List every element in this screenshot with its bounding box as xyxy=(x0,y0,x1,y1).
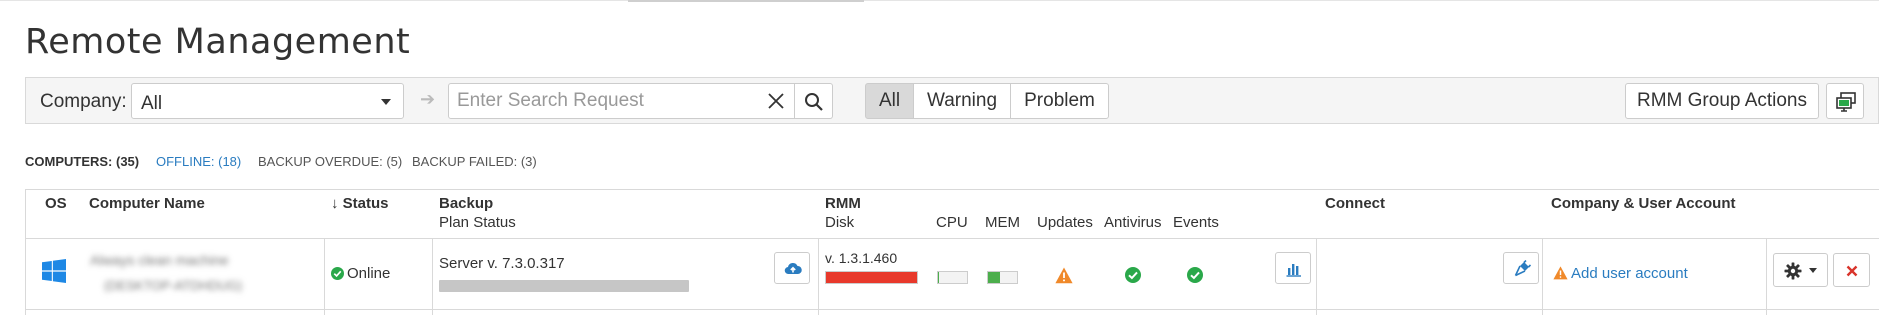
company-select[interactable]: All xyxy=(131,83,404,119)
search-button[interactable] xyxy=(795,83,833,119)
rmm-group-actions-button[interactable]: RMM Group Actions xyxy=(1625,83,1819,119)
add-user-account-link[interactable]: Add user account xyxy=(1553,265,1688,282)
plan-status-bar[interactable] xyxy=(439,280,689,292)
cpu-usage-bar xyxy=(937,271,968,284)
column-divider xyxy=(818,238,819,315)
header-status[interactable]: ↓ Status xyxy=(331,195,389,212)
warning-icon[interactable] xyxy=(1055,267,1073,284)
computer-hostname: (DESKTOP-ATDHDUG) xyxy=(104,278,243,293)
filter-backup-overdue-link[interactable]: BACKUP OVERDUE: (5) xyxy=(258,154,402,169)
company-label: Company: xyxy=(40,91,127,112)
disk-usage-bar xyxy=(825,271,918,284)
settings-dropdown-button[interactable] xyxy=(1773,253,1828,287)
header-events: Events xyxy=(1173,214,1219,231)
header-plan-status: Plan Status xyxy=(439,214,516,231)
check-circle-icon xyxy=(331,267,344,280)
filter-backup-failed-link[interactable]: BACKUP FAILED: (3) xyxy=(412,154,537,169)
page-title: Remote Management xyxy=(25,22,411,62)
close-icon[interactable] xyxy=(767,92,785,110)
bar-chart-icon xyxy=(1286,264,1301,277)
header-mem: MEM xyxy=(985,214,1020,231)
check-circle-icon[interactable] xyxy=(1125,267,1141,283)
top-border xyxy=(0,0,1879,1)
row-divider xyxy=(26,309,1879,310)
computer-name[interactable]: Always clean machine xyxy=(90,252,229,268)
search-input[interactable] xyxy=(457,89,757,113)
chevron-down-icon xyxy=(1809,268,1817,273)
delete-button[interactable] xyxy=(1833,253,1870,287)
warning-icon xyxy=(1553,266,1568,280)
header-os[interactable]: OS xyxy=(45,195,67,212)
chevron-down-icon xyxy=(381,99,391,105)
filter-problem-button[interactable]: Problem xyxy=(1010,83,1109,119)
header-cpu: CPU xyxy=(936,214,968,231)
top-tab-indicator xyxy=(628,0,864,2)
column-divider xyxy=(1316,238,1317,315)
rmm-version: v. 1.3.1.460 xyxy=(825,250,898,266)
backup-version: Server v. 7.3.0.317 xyxy=(439,255,565,272)
backup-upload-button[interactable] xyxy=(774,252,810,284)
company-select-value: All xyxy=(141,93,163,114)
search-icon xyxy=(805,93,823,111)
gear-icon xyxy=(1784,262,1802,280)
header-backup[interactable]: Backup xyxy=(439,195,493,212)
connect-button[interactable] xyxy=(1503,252,1539,284)
filter-toolbar: Company: All ➔ All Warning Problem RMM G… xyxy=(25,77,1879,124)
status-label: Online xyxy=(347,265,391,282)
header-computer-name[interactable]: Computer Name xyxy=(89,195,205,212)
add-user-account-label: Add user account xyxy=(1571,265,1688,282)
filter-warning-button[interactable]: Warning xyxy=(913,83,1011,119)
header-company-user-account: Company & User Account xyxy=(1551,195,1736,212)
status-cell: Online xyxy=(331,265,390,282)
header-updates: Updates xyxy=(1037,214,1093,231)
search-box xyxy=(448,83,795,119)
header-disk: Disk xyxy=(825,214,855,231)
filter-all-button[interactable]: All xyxy=(865,83,914,119)
computers-table: OS Computer Name ↓ Status Backup Plan St… xyxy=(25,189,1879,315)
windows-icon xyxy=(42,259,66,283)
header-rmm[interactable]: RMM xyxy=(825,195,861,212)
close-icon xyxy=(1846,265,1858,277)
header-status-label: Status xyxy=(342,195,389,212)
column-divider xyxy=(432,238,433,315)
column-divider xyxy=(1542,238,1543,315)
monitors-icon xyxy=(1836,92,1856,112)
sort-down-icon: ↓ xyxy=(331,195,339,212)
column-divider xyxy=(1766,238,1767,315)
mem-usage-fill xyxy=(988,272,1000,283)
cpu-usage-fill xyxy=(938,272,940,283)
filter-computers-count[interactable]: COMPUTERS: (35) xyxy=(25,154,139,169)
filter-offline-link[interactable]: OFFLINE: (18) xyxy=(156,154,241,169)
arrow-right-icon: ➔ xyxy=(420,89,436,109)
rmm-charts-button[interactable] xyxy=(1275,252,1311,284)
cloud-upload-icon xyxy=(784,262,802,275)
header-divider xyxy=(26,238,1879,239)
check-circle-icon[interactable] xyxy=(1187,267,1203,283)
mem-usage-bar xyxy=(987,271,1018,284)
column-divider xyxy=(324,238,325,315)
header-connect: Connect xyxy=(1325,195,1385,212)
header-antivirus: Antivirus xyxy=(1104,214,1162,231)
remote-screens-button[interactable] xyxy=(1826,83,1864,119)
plug-icon xyxy=(1514,260,1531,277)
